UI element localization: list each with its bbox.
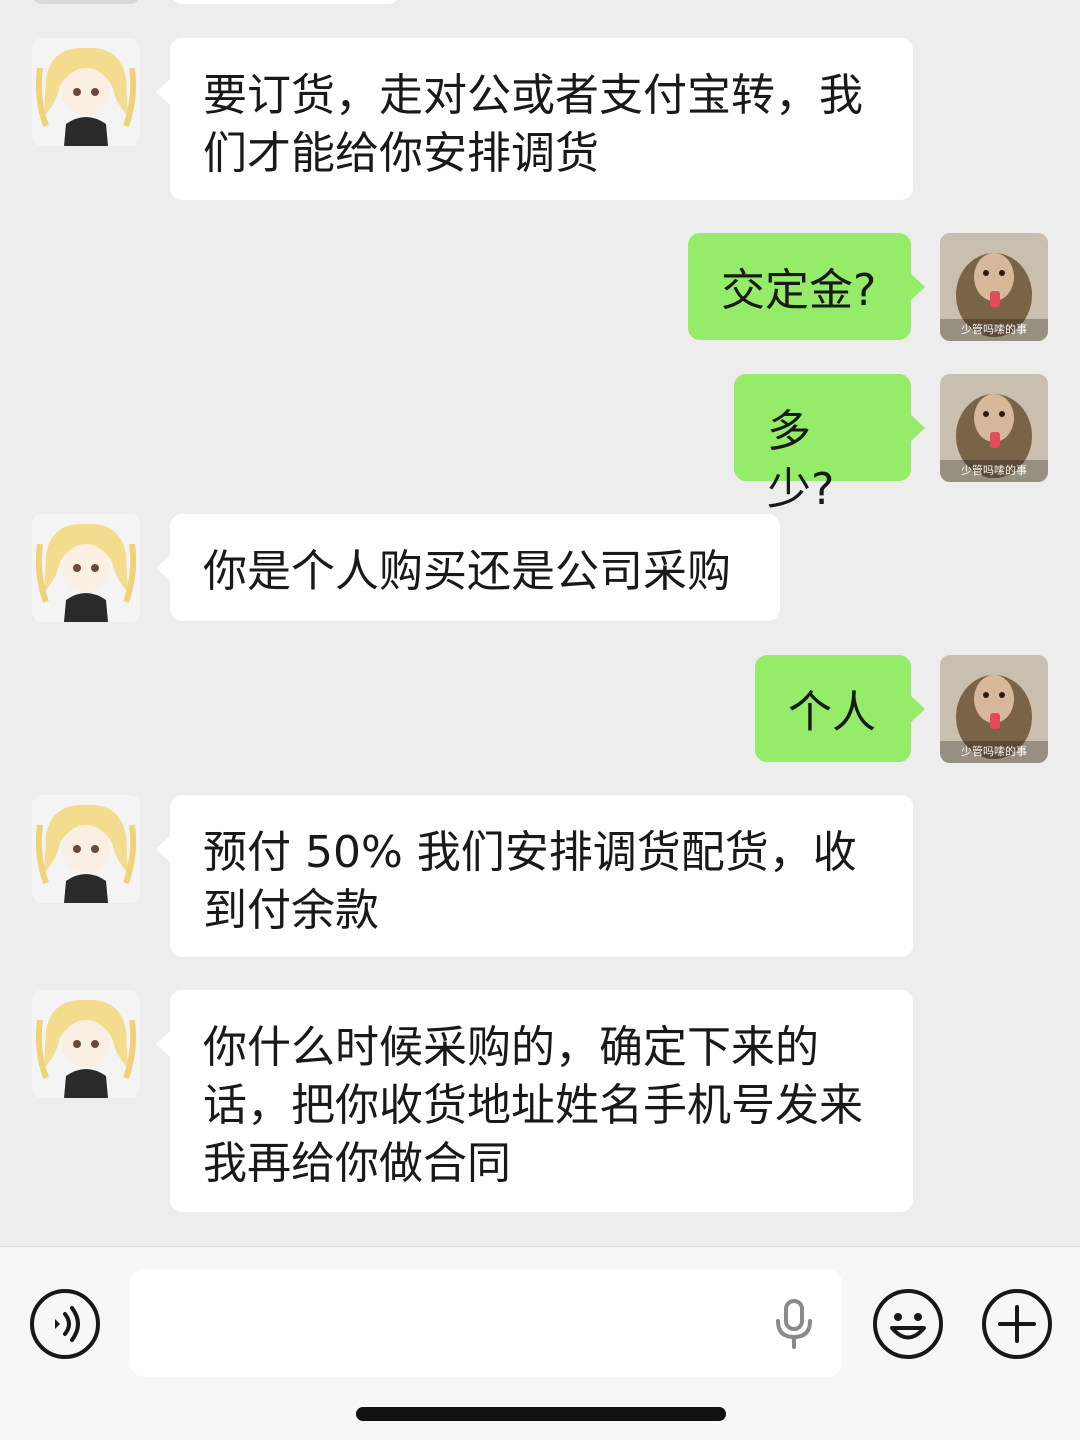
outgoing-message-bubble[interactable]: 交定金? bbox=[688, 233, 925, 340]
emoji-icon[interactable] bbox=[871, 1287, 945, 1361]
chat-area: 要订货，走对公或者支付宝转，我们才能给你安排调货 交定金? 少管吗嗦的事 多少?… bbox=[0, 0, 1080, 1246]
plus-icon[interactable] bbox=[980, 1287, 1054, 1361]
my-avatar[interactable]: 少管吗嗦的事 bbox=[940, 233, 1048, 341]
outgoing-message-bubble[interactable]: 多少? bbox=[734, 374, 925, 515]
contact-avatar[interactable] bbox=[32, 990, 140, 1098]
incoming-message-bubble[interactable]: 要订货，走对公或者支付宝转，我们才能给你安排调货 bbox=[156, 38, 913, 200]
svg-text:少管吗嗦的事: 少管吗嗦的事 bbox=[961, 463, 1027, 477]
incoming-message-bubble[interactable]: 预付 50% 我们安排调货配货，收到付余款 bbox=[156, 795, 913, 957]
svg-text:少管吗嗦的事: 少管吗嗦的事 bbox=[961, 744, 1027, 758]
outgoing-message-bubble[interactable]: 个人 bbox=[755, 655, 925, 762]
message-text-input[interactable] bbox=[130, 1269, 842, 1377]
incoming-message-bubble[interactable]: 你是个人购买还是公司采购 bbox=[156, 514, 780, 621]
partial-message-bubble bbox=[170, 0, 400, 4]
svg-text:少管吗嗦的事: 少管吗嗦的事 bbox=[961, 322, 1027, 336]
my-avatar[interactable]: 少管吗嗦的事 bbox=[940, 374, 1048, 482]
contact-avatar[interactable] bbox=[32, 514, 140, 622]
voice-toggle-icon[interactable] bbox=[28, 1287, 102, 1361]
home-indicator bbox=[356, 1407, 726, 1421]
my-avatar[interactable]: 少管吗嗦的事 bbox=[940, 655, 1048, 763]
contact-avatar[interactable] bbox=[32, 38, 140, 146]
partial-avatar bbox=[32, 0, 140, 4]
microphone-icon[interactable] bbox=[772, 1299, 816, 1349]
incoming-message-bubble[interactable]: 你什么时候采购的，确定下来的话，把你收货地址姓名手机号发来我再给你做合同 bbox=[156, 990, 913, 1212]
contact-avatar[interactable] bbox=[32, 795, 140, 903]
message-input-bar bbox=[0, 1246, 1080, 1440]
